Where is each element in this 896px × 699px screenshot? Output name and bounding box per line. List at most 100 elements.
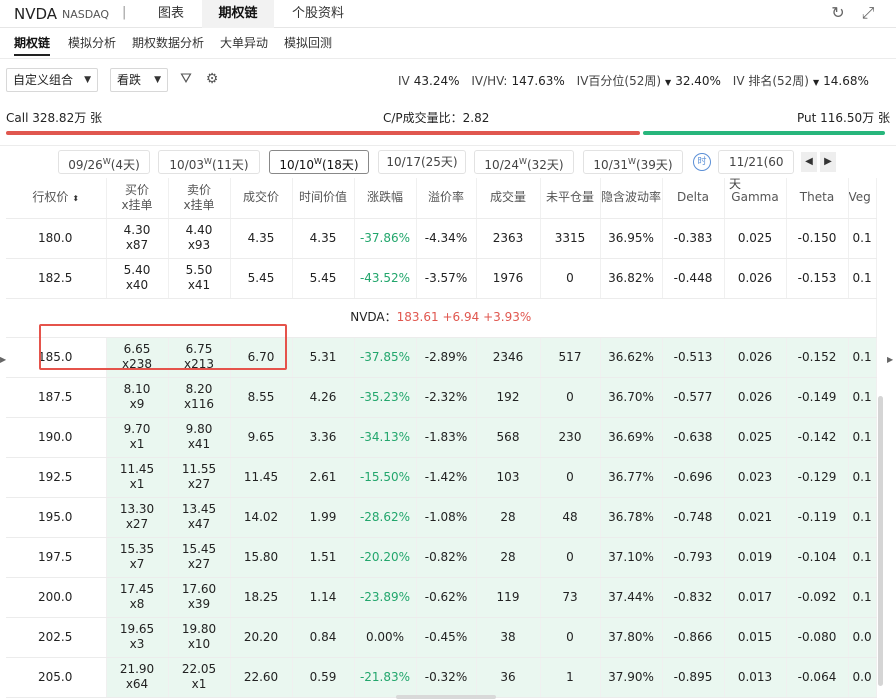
cell-ask[interactable]: 17.60 x39 <box>168 577 231 618</box>
table-row[interactable]: 180.0 4.30 x87 4.40 x93 4.35 4.35 -37.86% -4.34%… <box>6 218 877 259</box>
expand-icon[interactable]: ⤢ <box>858 3 878 23</box>
col-gamma[interactable]: Gamma <box>724 178 787 219</box>
cell-iv: 36.69% <box>600 417 663 458</box>
col-bid[interactable]: 买价 x挂单 <box>106 178 169 219</box>
strategy-select[interactable]: 自定义组合 ▼ <box>6 68 98 92</box>
expiry-tab[interactable]: 10/24W(32天) <box>474 150 574 174</box>
col-delta[interactable]: Delta <box>662 178 725 219</box>
scroll-right-button[interactable]: ▶ <box>820 152 836 172</box>
table-row[interactable]: 195.0 13.30 x27 13.45 x47 14.02 1.99 -28.62% -1.… <box>6 497 877 538</box>
cell-ask[interactable]: 9.80 x41 <box>168 417 231 458</box>
cell-premium: -1.83% <box>416 417 477 458</box>
cell-ask[interactable]: 13.45 x47 <box>168 497 231 538</box>
col-ask[interactable]: 卖价 x挂单 <box>168 178 231 219</box>
cell-gamma: 0.019 <box>724 537 787 578</box>
direction-select[interactable]: 看跌 ▼ <box>110 68 168 92</box>
cell-bid[interactable]: 13.30 x27 <box>106 497 169 538</box>
bid-price: 15.35 <box>119 542 155 556</box>
chevron-down-icon: ▼ <box>84 75 91 85</box>
cell-bid[interactable]: 15.35 x7 <box>106 537 169 578</box>
scroll-left-button[interactable]: ◀ <box>801 152 817 172</box>
iv-rank-label[interactable]: IV 排名(52周) <box>733 74 809 88</box>
bid-price: 5.40 <box>123 263 151 277</box>
table-row[interactable]: 205.0 21.90 x64 22.05 x1 22.60 0.59 -21.83% -0.3… <box>6 657 877 698</box>
expiry-tab-selected[interactable]: 10/10W(18天) <box>269 150 369 174</box>
bid-size: x87 <box>125 238 149 252</box>
cell-ask[interactable]: 5.50 x41 <box>168 258 231 299</box>
subtab-option-data[interactable]: 期权数据分析 <box>132 34 204 51</box>
table-row[interactable]: 182.5 5.40 x40 5.50 x41 5.45 5.45 -43.52% -3.57%… <box>6 258 877 299</box>
col-premium[interactable]: 溢价率 <box>416 178 477 219</box>
tab-chart[interactable]: 图表 <box>140 0 202 28</box>
expiry-tab[interactable]: 09/26W(4天) <box>58 150 150 174</box>
cell-bid[interactable]: 19.65 x3 <box>106 617 169 658</box>
cell-last: 14.02 <box>230 497 293 538</box>
cell-delta: -0.895 <box>662 657 725 698</box>
expiry-tab[interactable]: 11/21(60天 <box>718 150 794 191</box>
bid-size: x27 <box>125 517 149 531</box>
table-row[interactable]: 197.5 15.35 x7 15.45 x27 15.80 1.51 -20.20% -0.8… <box>6 537 877 578</box>
cell-strike: 182.5 <box>6 258 107 299</box>
bid-price: 13.30 <box>119 502 155 516</box>
cell-ask[interactable]: 8.20 x116 <box>168 377 231 418</box>
table-row[interactable]: 200.0 17.45 x8 17.60 x39 18.25 1.14 -23.89% -0.6… <box>6 577 877 618</box>
cell-open-interest: 0 <box>540 258 601 299</box>
col-vega[interactable]: Veg <box>848 178 877 219</box>
col-strike[interactable]: 行权价 ⬍ <box>6 178 107 219</box>
cell-bid[interactable]: 8.10 x9 <box>106 377 169 418</box>
col-time-value[interactable]: 时间价值 <box>292 178 355 219</box>
subtab-backtest[interactable]: 模拟回测 <box>284 34 332 51</box>
cell-ask[interactable]: 15.45 x27 <box>168 537 231 578</box>
subtab-simulation[interactable]: 模拟分析 <box>68 34 116 51</box>
cell-volume: 28 <box>476 537 541 578</box>
table-row[interactable]: 192.5 11.45 x1 11.55 x27 11.45 2.61 -15.50% -1.4… <box>6 457 877 498</box>
caret-down-icon[interactable]: ▼ <box>813 78 819 87</box>
col-last[interactable]: 成交价 <box>230 178 293 219</box>
vertical-scrollbar[interactable] <box>878 396 883 686</box>
ask-size: x1 <box>191 677 207 691</box>
table-row[interactable]: 187.5 8.10 x9 8.20 x116 8.55 4.26 -35.23% -2.32%… <box>6 377 877 418</box>
col-volume[interactable]: 成交量 <box>476 178 541 219</box>
cell-bid[interactable]: 5.40 x40 <box>106 258 169 299</box>
filter-icon[interactable]: ⛛ <box>177 70 195 88</box>
bid-size: x8 <box>129 597 145 611</box>
cell-vega: 0.1 <box>848 337 877 378</box>
tab-stock-info[interactable]: 个股资料 <box>276 0 360 28</box>
expiry-tab[interactable]: 10/17(25天) <box>378 150 466 174</box>
col-iv[interactable]: 隐含波动率 <box>600 178 663 219</box>
sort-icon[interactable]: ⬍ <box>72 194 79 203</box>
cell-strike: 192.5 <box>6 457 107 498</box>
table-row[interactable]: 190.0 9.70 x1 9.80 x41 9.65 3.36 -34.13% -1.83% 5… <box>6 417 877 458</box>
col-open-interest[interactable]: 未平仓量 <box>540 178 601 219</box>
cell-last: 22.60 <box>230 657 293 698</box>
tab-option-chain[interactable]: 期权链 <box>202 0 274 28</box>
caret-down-icon[interactable]: ▼ <box>665 78 671 87</box>
cell-time-value: 5.45 <box>292 258 355 299</box>
cell-bid[interactable]: 9.70 x1 <box>106 417 169 458</box>
cell-volume: 2363 <box>476 218 541 259</box>
cell-bid[interactable]: 4.30 x87 <box>106 218 169 259</box>
cell-ask[interactable]: 22.05 x1 <box>168 657 231 698</box>
expiry-tab[interactable]: 10/03W(11天) <box>158 150 260 174</box>
refresh-icon[interactable]: ↻ <box>828 3 848 23</box>
cell-bid[interactable]: 17.45 x8 <box>106 577 169 618</box>
cell-bid[interactable]: 11.45 x1 <box>106 457 169 498</box>
gear-icon[interactable]: ⚙ <box>203 70 221 88</box>
cell-iv: 37.90% <box>600 657 663 698</box>
iv-percentile-label[interactable]: IV百分位(52周) <box>577 74 661 88</box>
cell-premium: -2.89% <box>416 337 477 378</box>
cell-ask[interactable]: 19.80 x10 <box>168 617 231 658</box>
cell-ask[interactable]: 4.40 x93 <box>168 218 231 259</box>
cell-ask[interactable]: 11.55 x27 <box>168 457 231 498</box>
subtab-unusual-activity[interactable]: 大单异动 <box>220 34 268 51</box>
cell-bid[interactable]: 21.90 x64 <box>106 657 169 698</box>
col-theta[interactable]: Theta <box>786 178 849 219</box>
col-change[interactable]: 涨跌幅 <box>354 178 417 219</box>
horizontal-scrollbar[interactable] <box>396 695 496 699</box>
right-edge-arrow-icon[interactable]: ▶ <box>887 355 893 364</box>
cell-strike: 197.5 <box>6 537 107 578</box>
calendar-icon[interactable]: 时 <box>693 153 711 171</box>
subtab-option-chain[interactable]: 期权链 <box>14 34 51 56</box>
expiry-tab[interactable]: 10/31W(39天) <box>583 150 683 174</box>
table-row[interactable]: 202.5 19.65 x3 19.80 x10 20.20 0.84 0.00% -0.45%… <box>6 617 877 658</box>
